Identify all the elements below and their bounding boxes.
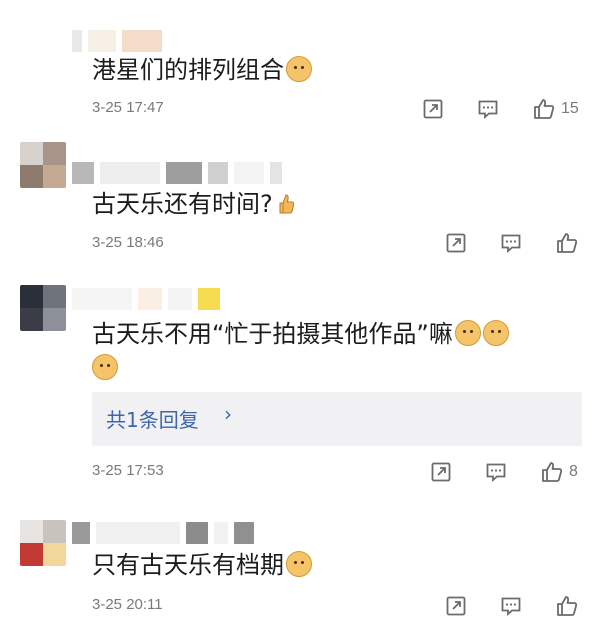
avatar[interactable] — [20, 520, 66, 566]
comment-text: 古天乐不用“忙于拍摄其他作品”嘛 — [92, 316, 509, 352]
comment-time: 3-25 18:46 — [92, 234, 164, 251]
share-icon — [431, 462, 451, 482]
comment-icon — [486, 463, 506, 482]
reply-count-link[interactable]: 共1条回复 — [106, 404, 199, 433]
comment-text: 古天乐还有时间? — [92, 186, 295, 222]
like-icon — [534, 99, 555, 119]
like-count: 15 — [561, 100, 579, 117]
like-button[interactable] — [555, 594, 579, 618]
comment-icon — [501, 597, 521, 616]
comment-icon — [501, 234, 521, 253]
like-button[interactable] — [555, 231, 579, 255]
share-button[interactable] — [445, 595, 467, 617]
comment-actions: 15 — [422, 97, 579, 121]
share-button[interactable] — [445, 232, 467, 254]
like-icon — [542, 462, 563, 482]
comment-button[interactable] — [477, 98, 499, 120]
comment-actions — [445, 594, 579, 618]
comment-time: 3-25 20:11 — [92, 596, 163, 613]
comment-text-line2 — [92, 350, 118, 386]
avatar[interactable] — [20, 142, 66, 188]
share-icon — [446, 233, 466, 253]
share-icon — [446, 596, 466, 616]
doge-emoji-icon — [482, 320, 509, 346]
username-blurred[interactable] — [72, 288, 220, 310]
like-button[interactable]: 15 — [532, 97, 579, 121]
like-icon — [557, 596, 578, 616]
doge-emoji-icon — [286, 551, 312, 577]
share-button[interactable] — [430, 461, 452, 483]
like-button[interactable]: 8 — [540, 460, 578, 484]
comment-button[interactable] — [500, 595, 522, 617]
comment-actions: 8 — [430, 460, 578, 484]
comment-time: 3-25 17:53 — [92, 462, 164, 479]
doge-emoji-icon — [286, 56, 312, 82]
reply-summary[interactable]: 共1条回复 › — [92, 392, 582, 446]
doge-emoji-icon — [92, 354, 118, 380]
comment-time: 3-25 17:47 — [92, 99, 164, 116]
share-icon — [423, 99, 443, 119]
share-button[interactable] — [422, 98, 444, 120]
username-blurred[interactable] — [72, 522, 254, 544]
comment-actions — [445, 231, 579, 255]
comment-button[interactable] — [485, 461, 507, 483]
username-blurred[interactable] — [72, 162, 282, 184]
thumbs-up-emoji-icon — [279, 194, 294, 214]
comment-text: 只有古天乐有档期 — [92, 547, 312, 583]
comment-button[interactable] — [500, 232, 522, 254]
comment-text: 港星们的排列组合 — [92, 52, 312, 88]
like-count: 8 — [569, 463, 578, 480]
doge-emoji-icon — [454, 320, 481, 346]
username-blurred[interactable] — [72, 30, 162, 52]
avatar[interactable] — [20, 285, 66, 331]
like-icon — [557, 233, 578, 253]
chevron-right-icon: › — [224, 402, 232, 426]
comment-icon — [478, 100, 498, 119]
